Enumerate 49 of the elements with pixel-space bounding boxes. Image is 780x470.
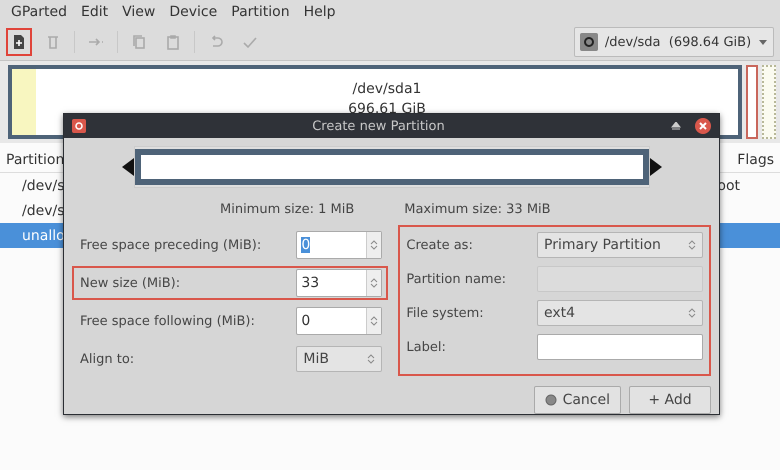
close-icon[interactable] [695, 118, 711, 134]
used-space-strip [12, 69, 36, 135]
spin-arrows-icon [370, 277, 378, 289]
trash-icon [45, 34, 61, 50]
add-button[interactable]: + Add [629, 386, 711, 414]
spin-arrows-icon [688, 307, 696, 319]
column-header: Flags [737, 152, 774, 168]
dialog-title: Create new Partition [311, 118, 446, 134]
field-label: Label: [406, 340, 446, 354]
field-label: Align to: [80, 352, 134, 366]
partition-size: 696.61 GiB [348, 101, 426, 117]
menu-item[interactable]: Device [169, 4, 218, 20]
radio-icon [544, 394, 557, 406]
column-header: Partition [6, 152, 64, 168]
spin-arrows-icon [688, 239, 696, 251]
menu-item[interactable]: Help [304, 4, 336, 20]
app-icon [72, 119, 86, 133]
copy-icon [131, 34, 147, 50]
menu-item[interactable]: Partition [231, 4, 290, 20]
minimum-size: Minimum size: 1 MiB [220, 202, 354, 217]
spin-arrows-icon [370, 239, 378, 251]
text-field[interactable] [537, 334, 703, 360]
device-selector[interactable]: /dev/sda (698.64 GiB) [574, 27, 774, 57]
cancel-button[interactable]: Cancel [534, 386, 621, 414]
spin-field[interactable]: 33 [296, 269, 382, 297]
toolbar-button[interactable] [6, 28, 32, 56]
menu-item[interactable]: GParted [11, 4, 67, 20]
eject-icon[interactable] [671, 122, 681, 130]
field-label: Create as: [406, 238, 473, 252]
maximum-size: Maximum size: 33 MiB [404, 202, 551, 217]
dropdown[interactable]: ext4 [537, 300, 703, 326]
clipboard-icon [165, 34, 181, 50]
dropdown[interactable]: Primary Partition [537, 232, 703, 258]
table-cell: /dev/s [22, 178, 65, 194]
field-label: New size (MiB): [80, 276, 180, 290]
menu-item[interactable]: View [122, 4, 156, 20]
field-label: Free space following (MiB): [80, 314, 255, 328]
field-label: Partition name: [406, 272, 506, 286]
partition-name: /dev/sda1 [352, 81, 422, 97]
caret-icon [758, 38, 768, 46]
menu-item[interactable]: Edit [81, 4, 108, 20]
spin-arrows-icon [370, 315, 378, 327]
table-cell: unallo [22, 228, 65, 244]
spin-field[interactable]: 0 [296, 307, 382, 335]
new-file-icon [11, 34, 27, 50]
field-label: Free space preceding (MiB): [80, 238, 262, 252]
field-label: File system: [406, 306, 484, 320]
dropdown[interactable]: MiB [296, 346, 382, 372]
spin-arrows-icon [367, 353, 376, 365]
